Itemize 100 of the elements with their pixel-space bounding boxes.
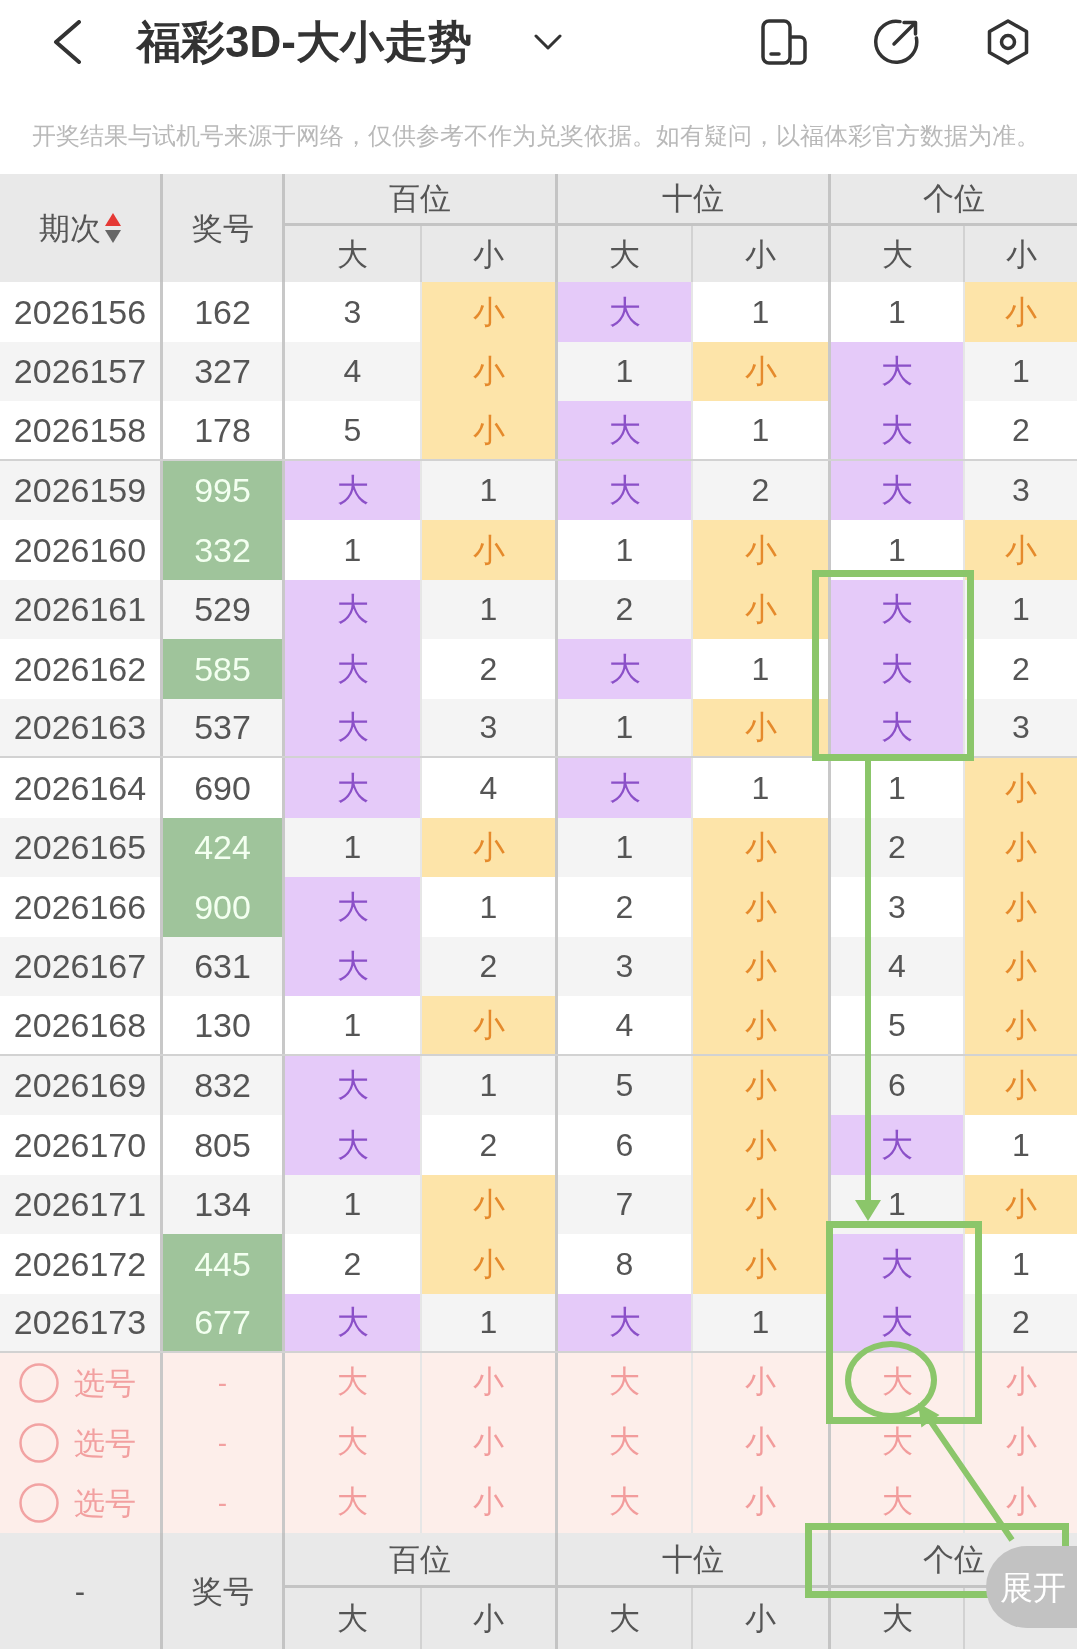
trend-cell: 大 xyxy=(555,758,691,818)
trend-cell: 2 xyxy=(420,936,555,996)
column-group-header: 百位 xyxy=(389,1543,451,1575)
pick-option[interactable]: 小 xyxy=(745,1485,776,1517)
pick-label[interactable]: 选号 xyxy=(74,1487,136,1519)
trend-cell: 1 xyxy=(963,341,1077,401)
empty-number-text: - xyxy=(217,1429,228,1457)
column-header: 大 xyxy=(282,1588,420,1649)
trend-cell: 大 xyxy=(828,1115,963,1175)
trend-cell: 2 xyxy=(963,1293,1077,1351)
settings-icon[interactable] xyxy=(985,19,1031,65)
trend-cell: 1 xyxy=(420,1293,555,1351)
pick-option[interactable]: 大 xyxy=(337,1365,368,1397)
trend-cell: 大 xyxy=(828,341,963,401)
trend-cell: 小 xyxy=(691,877,828,937)
trend-cell: 5 xyxy=(555,1055,691,1115)
pick-option[interactable]: 大 xyxy=(881,1485,913,1517)
pick-option[interactable]: 小 xyxy=(473,1365,504,1397)
period-cell: 2026161 xyxy=(0,579,160,639)
trend-cell: 小 xyxy=(691,1055,828,1115)
trend-cell: 1 xyxy=(555,698,691,756)
trend-cell: 小 xyxy=(691,996,828,1054)
number-cell: 424 xyxy=(160,817,282,877)
trend-cell: 1 xyxy=(282,817,420,877)
period-cell: 2026163 xyxy=(0,698,160,756)
number-cell: 537 xyxy=(160,698,282,756)
trend-cell: 小 xyxy=(691,817,828,877)
trend-cell: 小 xyxy=(963,936,1077,996)
pick-option[interactable]: 小 xyxy=(1005,1485,1037,1517)
column-header: 小 xyxy=(420,1588,555,1649)
trend-cell: 大 xyxy=(282,1115,420,1175)
column-group-header: 百位 xyxy=(389,183,451,214)
pick-option[interactable]: 大 xyxy=(881,1365,913,1397)
pick-option[interactable]: 小 xyxy=(473,1425,504,1457)
trend-cell: 小 xyxy=(420,1234,555,1294)
pick-option[interactable]: 大 xyxy=(609,1365,640,1397)
number-cell: 832 xyxy=(160,1055,282,1115)
expand-button[interactable]: 展开 xyxy=(986,1546,1077,1628)
trend-cell: 小 xyxy=(691,1174,828,1234)
trend-cell: 小 xyxy=(691,341,828,401)
trend-cell: 大 xyxy=(282,758,420,818)
trend-cell: 大 xyxy=(282,460,420,520)
trend-cell: 小 xyxy=(420,996,555,1054)
trend-cell: 小 xyxy=(963,282,1077,342)
empty-number-text: - xyxy=(217,1369,228,1397)
trend-cell: 小 xyxy=(963,1055,1077,1115)
trend-cell: 小 xyxy=(420,520,555,580)
trend-cell: 大 xyxy=(555,460,691,520)
trend-cell: 2 xyxy=(555,579,691,639)
trend-cell: 1 xyxy=(420,1055,555,1115)
trend-cell: 3 xyxy=(555,936,691,996)
page-title: 福彩3D-大小走势 xyxy=(137,20,472,64)
pick-label[interactable]: 选号 xyxy=(74,1367,136,1399)
pick-option[interactable]: 大 xyxy=(609,1485,640,1517)
disclaimer-text: 开奖结果与试机号来源于网络，仅供参考不作为兑奖依据。如有疑问，以福体彩官方数据为准。 xyxy=(32,125,1040,149)
trend-cell: 小 xyxy=(691,1234,828,1294)
trend-cell: 3 xyxy=(420,698,555,756)
pick-option[interactable]: 小 xyxy=(745,1425,776,1457)
trend-cell: 大 xyxy=(282,639,420,699)
trend-cell: 小 xyxy=(420,401,555,459)
trend-cell: 小 xyxy=(420,282,555,342)
trend-cell: 小 xyxy=(420,341,555,401)
trend-cell: 1 xyxy=(282,1174,420,1234)
pick-option[interactable]: 大 xyxy=(609,1425,640,1457)
devices-icon[interactable] xyxy=(761,19,807,65)
pick-option[interactable]: 大 xyxy=(337,1425,368,1457)
trend-cell: 1 xyxy=(963,579,1077,639)
trend-cell: 1 xyxy=(691,1293,828,1351)
number-cell: 445 xyxy=(160,1234,282,1294)
pick-label[interactable]: 选号 xyxy=(74,1427,136,1459)
trend-cell: 3 xyxy=(963,460,1077,520)
pick-option[interactable]: 小 xyxy=(745,1365,776,1397)
chevron-down-icon[interactable] xyxy=(533,34,562,50)
back-icon[interactable] xyxy=(53,20,82,64)
trend-cell: 大 xyxy=(282,1055,420,1115)
trend-cell: 大 xyxy=(555,282,691,342)
trend-cell: 小 xyxy=(420,817,555,877)
pick-option[interactable]: 小 xyxy=(1005,1365,1037,1397)
sort-column-header[interactable]: 期次 xyxy=(0,174,160,282)
column-header: 大 xyxy=(555,1588,691,1649)
number-cell: 332 xyxy=(160,520,282,580)
column-group-header: 个位 xyxy=(923,1543,985,1575)
pick-option[interactable]: 大 xyxy=(337,1485,368,1517)
trend-cell: 小 xyxy=(963,996,1077,1054)
number-cell: 585 xyxy=(160,639,282,699)
number-cell: 677 xyxy=(160,1293,282,1351)
share-icon[interactable] xyxy=(873,19,919,65)
radio-button[interactable] xyxy=(19,1423,59,1463)
pick-option[interactable]: 小 xyxy=(473,1485,504,1517)
radio-button[interactable] xyxy=(19,1363,59,1403)
pick-option[interactable]: 小 xyxy=(1005,1425,1037,1457)
trend-cell: 大 xyxy=(555,401,691,459)
period-cell: 2026167 xyxy=(0,936,160,996)
pick-option[interactable]: 大 xyxy=(881,1425,913,1457)
trend-cell: 大 xyxy=(282,579,420,639)
number-cell: 995 xyxy=(160,460,282,520)
trend-cell: 1 xyxy=(555,817,691,877)
period-cell: 2026165 xyxy=(0,817,160,877)
radio-button[interactable] xyxy=(19,1483,59,1523)
trend-cell: 大 xyxy=(282,877,420,937)
